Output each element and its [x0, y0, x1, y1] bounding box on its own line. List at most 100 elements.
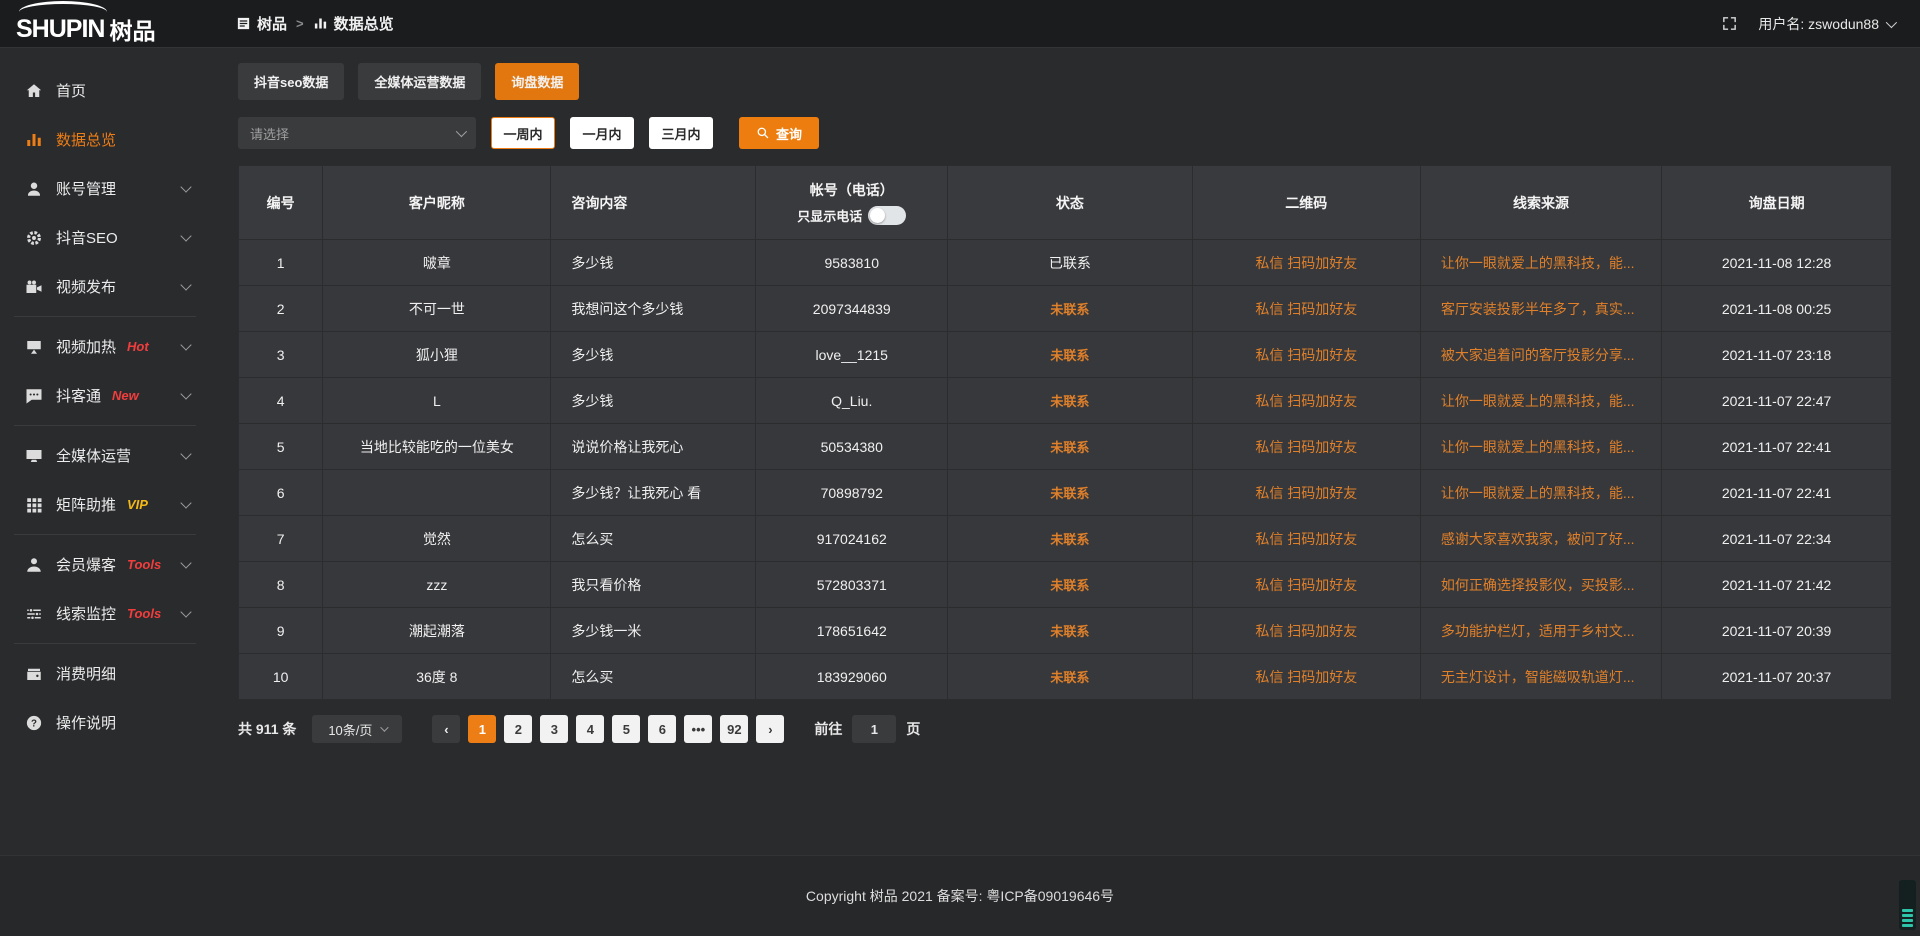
cell-id: 10 [239, 654, 323, 700]
sidebar-item-douketong[interactable]: 抖客通 New [0, 371, 210, 420]
col-header-nickname: 客户昵称 [323, 166, 551, 240]
prev-page-button[interactable]: ‹ [432, 715, 460, 743]
cell-qrcode: 私信 扫码加好友 [1192, 608, 1420, 654]
range-one-week-button[interactable]: 一周内 [491, 117, 555, 149]
sidebar-item-label: 首页 [56, 80, 86, 101]
page-number-button[interactable]: 5 [612, 715, 640, 743]
status-badge: 未联系 [1050, 348, 1089, 363]
tab-inquiry-data[interactable]: 询盘数据 [495, 63, 579, 100]
sidebar-item-matrix-boost[interactable]: 矩阵助推 VIP [0, 480, 210, 529]
breadcrumb-current[interactable]: 数据总览 [313, 13, 394, 34]
pagination: 共 911 条 10条/页 ‹ 1 2 3 4 5 6 [238, 715, 1892, 743]
cell-nickname: 潮起潮落 [323, 608, 551, 654]
table-row: 8 zzz 我只看价格 572803371 未联系 私信 扫码加好友 如何正确选… [239, 562, 1892, 608]
table-row: 9 潮起潮落 多少钱一米 178651642 未联系 私信 扫码加好友 多功能护… [239, 608, 1892, 654]
sidebar-item-video-publish[interactable]: 视频发布 [0, 262, 210, 311]
qrcode-link[interactable]: 私信 扫码加好友 [1255, 347, 1357, 363]
copyright-text: Copyright 树品 2021 备案号: 粤ICP备09019646号 [806, 886, 1114, 906]
grid-icon [24, 496, 43, 514]
qrcode-link[interactable]: 私信 扫码加好友 [1255, 669, 1357, 685]
source-link[interactable]: 让你一眼就爱上的黑科技，能... [1441, 255, 1635, 271]
page-number-button[interactable]: 1 [468, 715, 496, 743]
cell-qrcode: 私信 扫码加好友 [1192, 332, 1420, 378]
qrcode-link[interactable]: 私信 扫码加好友 [1255, 531, 1357, 547]
goto-page-input[interactable]: 1 [852, 715, 896, 743]
cell-qrcode: 私信 扫码加好友 [1192, 562, 1420, 608]
chevron-down-icon [180, 279, 191, 290]
page-number-button[interactable]: 3 [540, 715, 568, 743]
source-link[interactable]: 客厅安装投影半年多了，真实... [1441, 301, 1635, 317]
source-link[interactable]: 感谢大家喜欢我家，被问了好... [1441, 531, 1635, 547]
page-number-button[interactable]: 4 [576, 715, 604, 743]
sidebar-item-label: 全媒体运营 [56, 445, 131, 466]
filter-select[interactable]: 请选择 [238, 117, 476, 149]
qrcode-link[interactable]: 私信 扫码加好友 [1255, 577, 1357, 593]
vip-badge: VIP [127, 497, 148, 512]
range-three-month-button[interactable]: 三月内 [649, 117, 713, 149]
qrcode-link[interactable]: 私信 扫码加好友 [1255, 301, 1357, 317]
fullscreen-icon[interactable] [1721, 15, 1738, 32]
cell-status: 未联系 [948, 424, 1193, 470]
qrcode-link[interactable]: 私信 扫码加好友 [1255, 623, 1357, 639]
sliders-icon [24, 605, 43, 623]
sidebar-item-help[interactable]: ? 操作说明 [0, 698, 210, 747]
page-number-button[interactable]: 6 [648, 715, 676, 743]
qrcode-link[interactable]: 私信 扫码加好友 [1255, 255, 1357, 271]
tab-douyin-seo-data[interactable]: 抖音seo数据 [238, 63, 344, 100]
cell-source: 让你一眼就爱上的黑科技，能... [1420, 378, 1661, 424]
chevron-down-icon [381, 723, 389, 731]
cell-source: 多功能护栏灯，适用于乡村文... [1420, 608, 1661, 654]
source-link[interactable]: 多功能护栏灯，适用于乡村文... [1441, 623, 1635, 639]
tab-media-ops-data[interactable]: 全媒体运营数据 [358, 63, 481, 100]
page-number-button[interactable]: ••• [684, 715, 712, 743]
cell-qrcode: 私信 扫码加好友 [1192, 378, 1420, 424]
cell-content: 多少钱 [551, 332, 756, 378]
main-content: 抖音seo数据 全媒体运营数据 询盘数据 请选择 一周内 一月内 三月内 查询 [210, 48, 1920, 855]
sidebar-item-label: 矩阵助推 [56, 494, 116, 515]
cell-date: 2021-11-07 22:47 [1662, 378, 1892, 424]
sidebar-item-douyin-seo[interactable]: 抖音SEO [0, 213, 210, 262]
per-page-select[interactable]: 10条/页 [312, 715, 402, 743]
sidebar-divider [14, 643, 196, 644]
sidebar-item-media-ops[interactable]: 全媒体运营 [0, 431, 210, 480]
top-bar: SHUPIN 树品 树品 > 数据总览 用户名: zswodun88 [0, 0, 1920, 48]
qrcode-link[interactable]: 私信 扫码加好友 [1255, 393, 1357, 409]
sidebar-item-member-burst[interactable]: 会员爆客 Tools [0, 540, 210, 589]
breadcrumb-home[interactable]: 树品 [236, 13, 287, 34]
sidebar-item-label: 视频加热 [56, 336, 116, 357]
status-badge: 未联系 [1050, 670, 1089, 685]
user-menu[interactable]: 用户名: zswodun88 [1758, 14, 1894, 34]
page-number-button[interactable]: 92 [720, 715, 748, 743]
cell-source: 感谢大家喜欢我家，被问了好... [1420, 516, 1661, 562]
phone-only-toggle[interactable] [868, 206, 906, 225]
sidebar-item-data-overview[interactable]: 数据总览 [0, 115, 210, 164]
qrcode-link[interactable]: 私信 扫码加好友 [1255, 485, 1357, 501]
sidebar-item-expense-detail[interactable]: 消费明细 [0, 649, 210, 698]
source-link[interactable]: 被大家追着问的客厅投影分享... [1441, 347, 1635, 363]
cell-date: 2021-11-07 21:42 [1662, 562, 1892, 608]
source-link[interactable]: 无主灯设计，智能磁吸轨道灯... [1441, 669, 1635, 685]
source-link[interactable]: 让你一眼就爱上的黑科技，能... [1441, 439, 1635, 455]
sidebar-item-label: 操作说明 [56, 712, 116, 733]
home-icon [24, 82, 43, 100]
page-number-button[interactable]: 2 [504, 715, 532, 743]
range-one-month-button[interactable]: 一月内 [570, 117, 634, 149]
sidebar-item-lead-monitor[interactable]: 线索监控 Tools [0, 589, 210, 638]
table-row: 4 L 多少钱 Q_Liu. 未联系 私信 扫码加好友 让你一眼就爱上的黑科技，… [239, 378, 1892, 424]
status-badge: 未联系 [1050, 624, 1089, 639]
corner-widget[interactable] [1899, 880, 1916, 930]
sidebar-item-video-heat[interactable]: 视频加热 Hot [0, 322, 210, 371]
source-link[interactable]: 让你一眼就爱上的黑科技，能... [1441, 485, 1635, 501]
search-button[interactable]: 查询 [739, 117, 819, 149]
cell-nickname: 当地比较能吃的一位美女 [323, 424, 551, 470]
sidebar-item-home[interactable]: 首页 [0, 66, 210, 115]
sidebar-item-account-mgmt[interactable]: 账号管理 [0, 164, 210, 213]
qrcode-link[interactable]: 私信 扫码加好友 [1255, 439, 1357, 455]
chevron-down-icon [180, 230, 191, 241]
source-link[interactable]: 让你一眼就爱上的黑科技，能... [1441, 393, 1635, 409]
cell-id: 3 [239, 332, 323, 378]
cell-account: 2097344839 [756, 286, 948, 332]
source-link[interactable]: 如何正确选择投影仪，买投影... [1441, 577, 1635, 593]
cell-date: 2021-11-08 00:25 [1662, 286, 1892, 332]
next-page-button[interactable]: › [756, 715, 784, 743]
